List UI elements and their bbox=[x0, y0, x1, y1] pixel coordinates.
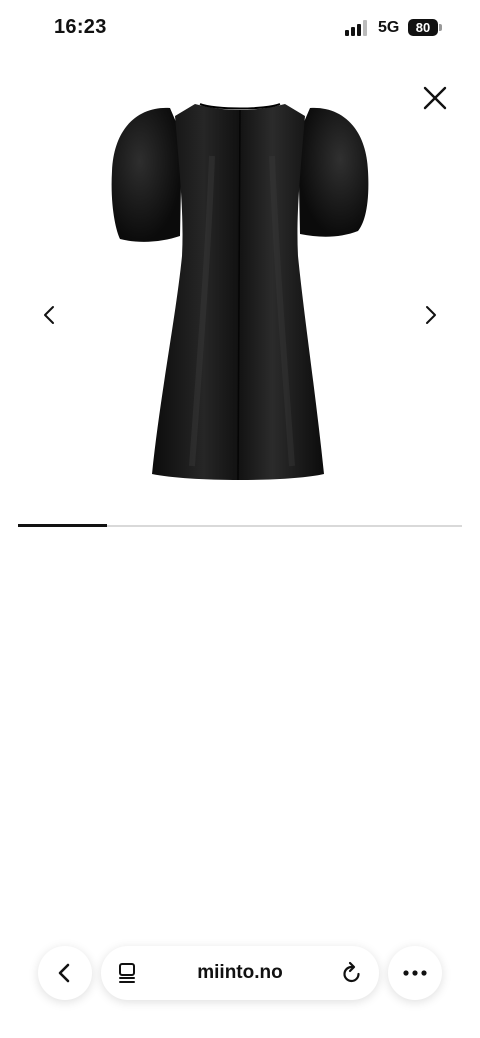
battery-icon: 80 bbox=[408, 19, 438, 36]
cellular-signal-icon bbox=[345, 20, 367, 36]
gallery-progress bbox=[18, 524, 462, 527]
url-text: miinto.no bbox=[197, 962, 283, 983]
chevron-left-icon[interactable] bbox=[35, 300, 65, 330]
close-icon[interactable] bbox=[420, 83, 450, 113]
network-type: 5G bbox=[378, 19, 400, 36]
status-bar: 16:23 5G 80 bbox=[0, 0, 480, 56]
product-image bbox=[111, 103, 369, 481]
address-bar[interactable]: miinto.no bbox=[101, 946, 379, 1000]
dress-left-sleeve bbox=[111, 107, 182, 242]
more-dots-icon bbox=[403, 970, 427, 976]
more-options-button[interactable] bbox=[388, 946, 442, 1000]
battery-level: 80 bbox=[415, 20, 431, 35]
gallery-progress-fill bbox=[18, 524, 107, 527]
chevron-left-icon bbox=[58, 963, 70, 983]
chevron-right-icon[interactable] bbox=[415, 300, 445, 330]
reload-icon[interactable] bbox=[341, 961, 363, 985]
status-time: 16:23 bbox=[54, 16, 107, 38]
dress-right-sleeve bbox=[298, 107, 369, 237]
battery-tip bbox=[439, 24, 442, 31]
back-button[interactable] bbox=[38, 946, 92, 1000]
